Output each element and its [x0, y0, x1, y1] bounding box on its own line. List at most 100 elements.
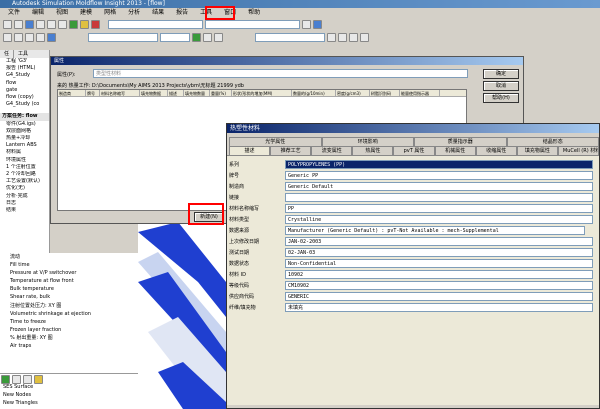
- backward-icon[interactable]: [360, 32, 369, 42]
- result-item[interactable]: Pressure at V/P switchover: [0, 269, 138, 277]
- menu-3[interactable]: 建模: [80, 8, 92, 18]
- field-value[interactable]: [285, 193, 593, 202]
- model-viewport[interactable]: [138, 222, 226, 409]
- field-value[interactable]: Generic Default: [285, 182, 593, 191]
- layer-item[interactable]: New Triangles: [3, 399, 138, 407]
- column-header[interactable]: 数量的(g/10min): [292, 90, 336, 96]
- field-value[interactable]: POLYPROPYLENES (PP): [285, 160, 593, 169]
- field-value[interactable]: 未填充: [285, 303, 593, 312]
- task-item[interactable]: 结果: [2, 207, 49, 214]
- field-value[interactable]: Crystalline: [285, 215, 593, 224]
- menu-4[interactable]: 网格: [104, 8, 116, 18]
- task-item[interactable]: 环境属性: [2, 157, 49, 164]
- tree-item[interactable]: 工程 'G3': [2, 58, 49, 65]
- tree-item[interactable]: 报告 (HTML): [2, 65, 49, 72]
- layer-active-icon[interactable]: [34, 375, 43, 384]
- dialog-tab[interactable]: 热属性: [352, 146, 394, 155]
- dialog-tab[interactable]: 光学属性: [229, 137, 322, 146]
- column-header[interactable]: 树脂识别码: [370, 90, 400, 96]
- new-icon[interactable]: [3, 19, 12, 29]
- dialog-tab[interactable]: 流变属性: [311, 146, 353, 155]
- field-value[interactable]: 10902: [285, 270, 593, 279]
- material-name-field[interactable]: 类型性材料: [93, 69, 468, 78]
- dialog-tab[interactable]: pvT 属性: [393, 146, 435, 155]
- dialog-tab[interactable]: 填充物属性: [516, 146, 558, 155]
- fit-icon[interactable]: [47, 32, 56, 42]
- undo-icon[interactable]: [47, 19, 56, 29]
- result-combo[interactable]: [255, 32, 325, 42]
- menu-6[interactable]: 结果: [152, 8, 164, 18]
- tree-item[interactable]: G4_Study: [2, 72, 49, 79]
- column-header[interactable]: 描述: [168, 90, 184, 96]
- task-item[interactable]: 日志: [2, 200, 49, 207]
- rotate-icon[interactable]: [14, 32, 23, 42]
- open-icon[interactable]: [14, 19, 23, 29]
- layer-item[interactable]: SES Surface: [3, 383, 138, 391]
- dialog-tab[interactable]: 推荐工艺: [270, 146, 312, 155]
- task-item[interactable]: 工艺设置(默认): [2, 178, 49, 185]
- task-item[interactable]: 分析·完成: [2, 193, 49, 200]
- menu-7[interactable]: 报告: [176, 8, 188, 18]
- select-icon[interactable]: [3, 32, 12, 42]
- view-combo[interactable]: [108, 19, 203, 29]
- result-item[interactable]: Air traps: [0, 342, 138, 350]
- dialog-tab[interactable]: 结晶形态: [506, 137, 599, 146]
- task-item[interactable]: 双层面网格: [2, 128, 49, 135]
- result-item[interactable]: Bulk temperature: [0, 285, 138, 293]
- tree-item[interactable]: flow (copy): [2, 94, 49, 101]
- field-value[interactable]: Non-Confidential: [285, 259, 593, 268]
- result-item[interactable]: 流动: [0, 253, 138, 261]
- query-icon[interactable]: [313, 19, 322, 29]
- result-item[interactable]: Shear rate, bulk: [0, 293, 138, 301]
- field-value[interactable]: JAN-02-2003: [285, 237, 593, 246]
- column-header[interactable]: 密度(g/cm3): [336, 90, 370, 96]
- tab-tasks[interactable]: 任: [0, 50, 15, 58]
- field-value[interactable]: Manufacturer (Generic Default) : pvT-Not…: [285, 226, 585, 235]
- task-item[interactable]: 1 个注射位置: [2, 164, 49, 171]
- dialog-tab[interactable]: MuCell (R) 材料属性: [557, 146, 599, 155]
- dialog-tab[interactable]: 环境影响: [321, 137, 414, 146]
- dialog-tab[interactable]: 描述: [229, 146, 271, 155]
- color-icon[interactable]: [192, 32, 201, 42]
- layer-combo[interactable]: [205, 19, 300, 29]
- column-header[interactable]: 材料名称缩写: [100, 90, 140, 96]
- result-item[interactable]: % 射出重量: XY 图: [0, 334, 138, 342]
- help-button[interactable]: 帮助(H): [483, 93, 519, 103]
- result-item[interactable]: Fill time: [0, 261, 138, 269]
- result-item[interactable]: Volumetric shrinkage at ejection: [0, 310, 138, 318]
- layer-item[interactable]: New Nodes: [3, 391, 138, 399]
- tree-item[interactable]: G4_Study (co: [2, 101, 49, 108]
- menu-2[interactable]: 视图: [56, 8, 68, 18]
- redo-icon[interactable]: [58, 19, 67, 29]
- play-icon[interactable]: [327, 32, 336, 42]
- scale-combo[interactable]: [160, 32, 190, 42]
- menu-1[interactable]: 编辑: [32, 8, 44, 18]
- tree-item[interactable]: flow: [2, 80, 49, 87]
- dialog-tab[interactable]: 收缩属性: [475, 146, 517, 155]
- ok-button[interactable]: 确定: [483, 69, 519, 79]
- display-combo[interactable]: [88, 32, 158, 42]
- column-header[interactable]: 重量(%): [210, 90, 232, 96]
- zoom-icon[interactable]: [36, 32, 45, 42]
- field-value[interactable]: PP: [285, 204, 593, 213]
- pan-icon[interactable]: [25, 32, 34, 42]
- task-item[interactable]: 优化(无): [2, 185, 49, 192]
- column-header[interactable]: 形状/形状的增加(MM): [232, 90, 292, 96]
- result-item[interactable]: Time to freeze: [0, 318, 138, 326]
- task-item[interactable]: Lantern ABS: [2, 142, 49, 149]
- column-header[interactable]: 填充物数量: [184, 90, 210, 96]
- tree-item[interactable]: gate: [2, 87, 49, 94]
- field-value[interactable]: 02-JAN-03: [285, 248, 593, 257]
- menu-0[interactable]: 文件: [8, 8, 20, 18]
- pause-icon[interactable]: [338, 32, 347, 42]
- column-header[interactable]: 牌号: [86, 90, 100, 96]
- mesh-icon[interactable]: [80, 19, 89, 29]
- dialog-tab[interactable]: 质量指示器: [414, 137, 507, 146]
- analyze-icon[interactable]: [69, 19, 78, 29]
- print-icon[interactable]: [36, 19, 45, 29]
- stop-icon[interactable]: [91, 19, 100, 29]
- result-item[interactable]: 注射位置处压力: XY 图: [0, 302, 138, 310]
- column-header[interactable]: 填充物数据: [140, 90, 168, 96]
- result-item[interactable]: Temperature at flow front: [0, 277, 138, 285]
- column-header[interactable]: 能量使用指示器: [400, 90, 440, 96]
